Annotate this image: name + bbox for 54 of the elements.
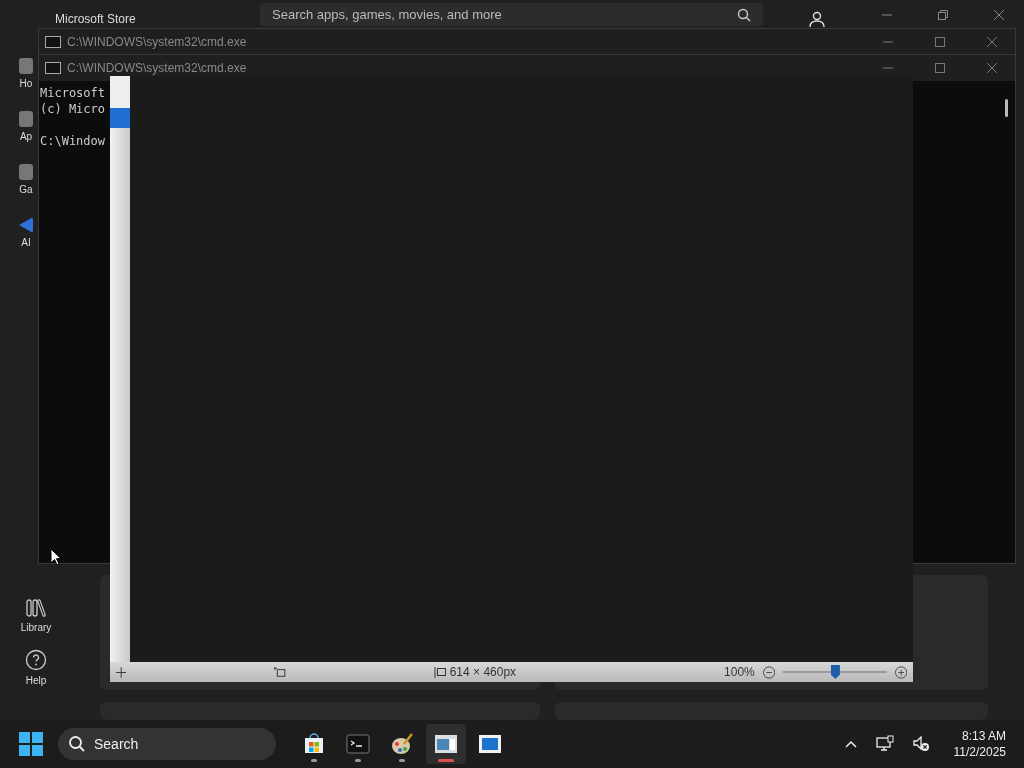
restore-button[interactable] [938,10,948,20]
nav-item[interactable]: Ga [14,164,38,195]
zoom-out-icon[interactable] [762,665,776,679]
terminal-icon [45,36,61,48]
tile-icon [19,58,33,74]
window-title: C:\WINDOWS\system32\cmd.exe [67,61,247,75]
nav-item[interactable]: AI [14,217,38,248]
search-icon [737,8,751,22]
help-icon [25,649,47,671]
search-field[interactable]: Search apps, games, movies, and more [260,3,763,26]
running-indicator [355,759,361,762]
zoom-in-icon[interactable] [894,665,907,679]
terminal-icon [346,732,370,756]
search-icon [68,735,86,753]
running-indicator [311,759,317,762]
tile-icon [19,164,33,180]
move-icon [116,666,127,678]
nav-item[interactable]: Ho [14,58,38,89]
volume-muted-icon[interactable] [911,735,930,753]
running-indicator [438,759,454,762]
palette-icon [390,732,414,756]
terminal-icon [45,62,61,74]
close-button[interactable] [994,10,1004,20]
profile-icon[interactable] [808,10,826,28]
window-title: C:\WINDOWS\system32\cmd.exe [67,35,247,49]
slider-thumb[interactable] [830,665,840,679]
terminal-line: Microsoft [39,85,106,101]
scrollbar[interactable] [1005,99,1008,117]
window-icon [478,732,502,756]
store-icon [302,732,326,756]
close-button[interactable] [987,37,997,47]
maximize-button[interactable] [935,37,945,47]
network-icon[interactable] [875,735,894,753]
window-icon [434,732,458,756]
taskbar-app[interactable] [426,724,466,764]
running-indicator [399,759,405,762]
terminal-line: (c) Micro [39,101,106,117]
zoom-level: 100% [724,665,755,679]
selection-icon [274,666,286,678]
window-title: Microsoft Store [55,12,136,26]
nav-item[interactable]: Ap [14,111,38,142]
canvas-size-icon [433,666,446,678]
maximize-button[interactable] [935,63,945,73]
close-button[interactable] [987,63,997,73]
search-field[interactable]: Search [58,728,276,760]
library-icon [25,598,47,618]
nav-item[interactable]: Help [16,649,56,686]
start-button[interactable] [18,731,44,757]
tile-icon [19,111,33,127]
canvas-size: 614 × 460px [449,665,517,679]
terminal-line: C:\Window [39,133,106,149]
clock-date: 11/2/2025 [953,745,1006,759]
clock-time: 8:13 AM [961,729,1006,743]
nav-item[interactable]: Library [16,598,56,633]
